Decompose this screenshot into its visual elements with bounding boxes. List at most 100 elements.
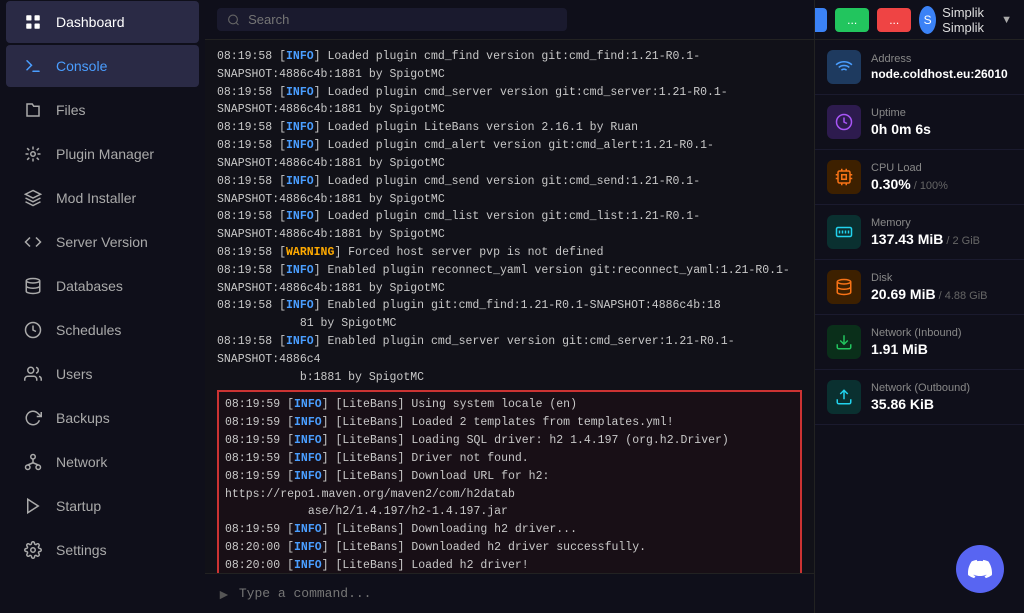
console-icon (22, 55, 44, 77)
uptime-icon (827, 105, 861, 139)
sidebar: Dashboard Console Files Plugin Manager M… (0, 0, 205, 613)
command-input[interactable] (239, 586, 802, 601)
sidebar-item-mod-installer[interactable]: Mod Installer (6, 177, 199, 219)
stop-button[interactable]: ... (877, 8, 911, 32)
log-line: 08:19:59 [INFO] [LiteBans] Download URL … (225, 468, 794, 521)
start-button[interactable]: ... (835, 8, 869, 32)
startup-icon (22, 495, 44, 517)
network-inbound-info: Network (Inbound) 1.91 MiB (871, 327, 1012, 357)
memory-icon (827, 215, 861, 249)
network-outbound-info: Network (Outbound) 35.86 KiB (871, 382, 1012, 412)
sidebar-item-files[interactable]: Files (6, 89, 199, 131)
address-label: Address (871, 53, 1012, 65)
sidebar-item-console[interactable]: Console (6, 45, 199, 87)
sidebar-item-label: Files (56, 102, 86, 118)
stat-card-disk: Disk 20.69 MiB/ 4.88 GiB (815, 260, 1024, 315)
log-line: 08:19:59 [INFO] [LiteBans] Driver not fo… (225, 450, 794, 468)
network-inbound-value: 1.91 MiB (871, 341, 1012, 357)
sidebar-item-databases[interactable]: Databases (6, 265, 199, 307)
search-icon (227, 13, 240, 27)
highlighted-log-block: 08:19:59 [INFO] [LiteBans] Using system … (217, 390, 802, 573)
schedule-icon (22, 319, 44, 341)
log-line: 08:19:58 [INFO] Loaded plugin cmd_server… (217, 84, 802, 120)
memory-label: Memory (871, 217, 1012, 229)
stat-card-cpu: CPU Load 0.30%/ 100% (815, 150, 1024, 205)
log-line: 08:19:58 [INFO] Loaded plugin cmd_alert … (217, 137, 802, 173)
sidebar-item-plugin-manager[interactable]: Plugin Manager (6, 133, 199, 175)
plugin-icon (22, 143, 44, 165)
disk-info: Disk 20.69 MiB/ 4.88 GiB (871, 272, 1012, 302)
network-outbound-label: Network (Outbound) (871, 382, 1012, 394)
cpu-info: CPU Load 0.30%/ 100% (871, 162, 1012, 192)
chevron-down-icon: ▼ (1001, 14, 1012, 26)
sidebar-item-label: Plugin Manager (56, 146, 154, 162)
stat-card-network-inbound: Network (Inbound) 1.91 MiB (815, 315, 1024, 370)
sidebar-item-label: Settings (56, 542, 107, 558)
log-line: 08:20:00 [INFO] [LiteBans] Loaded h2 dri… (225, 557, 794, 573)
console-output: 08:19:58 [INFO] Loaded plugin cmd_find v… (205, 40, 814, 573)
log-line: 08:20:00 [INFO] [LiteBans] Downloaded h2… (225, 539, 794, 557)
log-line: 08:19:58 [INFO] Loaded plugin LiteBans v… (217, 119, 802, 137)
memory-value: 137.43 MiB/ 2 GiB (871, 231, 1012, 247)
sidebar-item-label: Console (56, 58, 107, 74)
cpu-icon (827, 160, 861, 194)
backup-icon (22, 407, 44, 429)
cpu-value: 0.30%/ 100% (871, 176, 1012, 192)
user-area[interactable]: S Simplik Simplik ▼ (919, 5, 1012, 35)
search-input[interactable] (248, 12, 557, 27)
log-line: 08:19:59 [INFO] [LiteBans] Loading SQL d… (225, 432, 794, 450)
right-panel: ... ... ... S Simplik Simplik ▼ Address … (814, 0, 1024, 613)
download-icon (827, 325, 861, 359)
search-bar (217, 8, 567, 31)
log-line: 08:19:58 [INFO] Enabled plugin git:cmd_f… (217, 297, 802, 333)
sidebar-item-dashboard[interactable]: Dashboard (6, 1, 199, 43)
sidebar-item-settings[interactable]: Settings (6, 529, 199, 571)
dashboard-icon (22, 11, 44, 33)
address-value: node.coldhost.eu:26010 (871, 67, 1012, 81)
uptime-value: 0h 0m 6s (871, 121, 1012, 137)
sidebar-item-label: Network (56, 454, 107, 470)
files-icon (22, 99, 44, 121)
command-input-bar: ► (205, 573, 814, 613)
sidebar-item-label: Server Version (56, 234, 148, 250)
disk-label: Disk (871, 272, 1012, 284)
topbar (205, 0, 814, 40)
mod-icon (22, 187, 44, 209)
sidebar-item-label: Databases (56, 278, 123, 294)
sidebar-item-startup[interactable]: Startup (6, 485, 199, 527)
cpu-label: CPU Load (871, 162, 1012, 174)
sidebar-item-network[interactable]: Network (6, 441, 199, 483)
stat-card-address: Address node.coldhost.eu:26010 (815, 40, 1024, 95)
sidebar-item-backups[interactable]: Backups (6, 397, 199, 439)
uptime-info: Uptime 0h 0m 6s (871, 107, 1012, 137)
stat-card-network-outbound: Network (Outbound) 35.86 KiB (815, 370, 1024, 425)
avatar: S (919, 6, 936, 34)
log-line: 08:19:58 [INFO] Loaded plugin cmd_list v… (217, 208, 802, 244)
sidebar-item-server-version[interactable]: Server Version (6, 221, 199, 263)
sidebar-item-label: Users (56, 366, 93, 382)
address-icon (827, 50, 861, 84)
action-button[interactable]: ... (814, 8, 827, 32)
network-icon (22, 451, 44, 473)
log-line: 08:19:59 [INFO] [LiteBans] Using system … (225, 396, 794, 414)
sidebar-item-label: Schedules (56, 322, 121, 338)
command-prompt-icon: ► (217, 586, 231, 602)
version-icon (22, 231, 44, 253)
sidebar-item-users[interactable]: Users (6, 353, 199, 395)
log-line: 08:19:58 [INFO] Loaded plugin cmd_find v… (217, 48, 802, 84)
user-name: Simplik Simplik (942, 5, 995, 35)
log-line: 08:19:58 [INFO] Enabled plugin cmd_serve… (217, 333, 802, 386)
stat-card-memory: Memory 137.43 MiB/ 2 GiB (815, 205, 1024, 260)
settings-icon (22, 539, 44, 561)
network-outbound-value: 35.86 KiB (871, 396, 1012, 412)
main-content: 08:19:58 [INFO] Loaded plugin cmd_find v… (205, 0, 814, 613)
log-line: 08:19:58 [WARNING] Forced host server pv… (217, 244, 802, 262)
sidebar-item-schedules[interactable]: Schedules (6, 309, 199, 351)
uptime-label: Uptime (871, 107, 1012, 119)
log-line: 08:19:58 [INFO] Enabled plugin reconnect… (217, 262, 802, 298)
right-panel-header: ... ... ... S Simplik Simplik ▼ (815, 0, 1024, 40)
disk-icon (827, 270, 861, 304)
network-inbound-label: Network (Inbound) (871, 327, 1012, 339)
log-line: 08:19:58 [INFO] Loaded plugin cmd_send v… (217, 173, 802, 209)
discord-fab[interactable] (956, 545, 1004, 593)
